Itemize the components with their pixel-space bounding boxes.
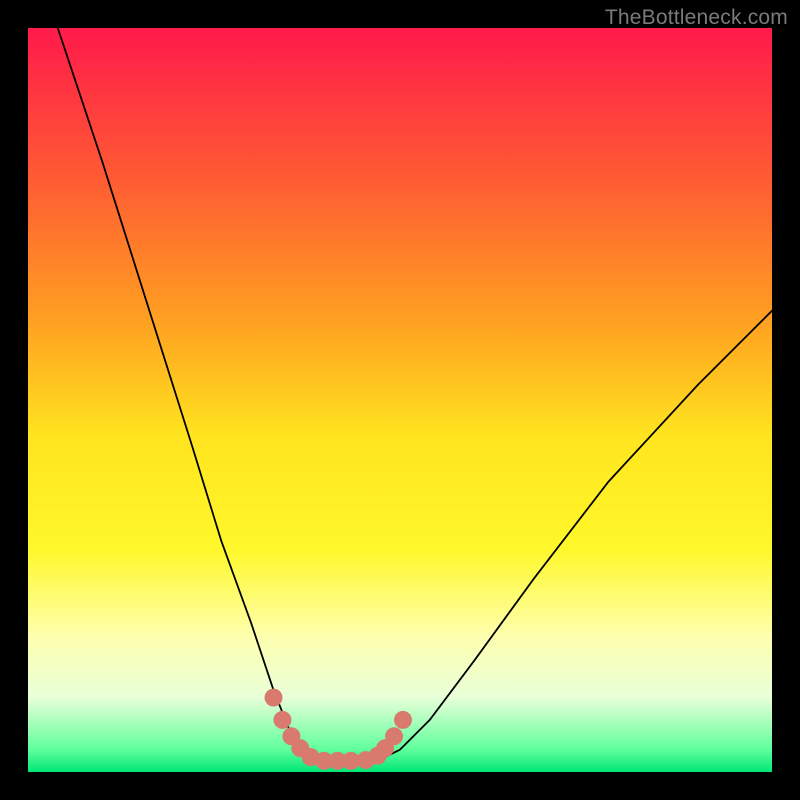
highlight-dot — [385, 727, 403, 745]
highlight-dot — [273, 711, 291, 729]
highlight-dot — [394, 711, 412, 729]
highlight-dot — [265, 689, 283, 707]
plot-area — [28, 28, 772, 772]
chart-curves — [28, 28, 772, 772]
chart-frame: TheBottleneck.com — [0, 0, 800, 800]
curve-path — [58, 28, 772, 761]
watermark-label: TheBottleneck.com — [605, 6, 788, 30]
